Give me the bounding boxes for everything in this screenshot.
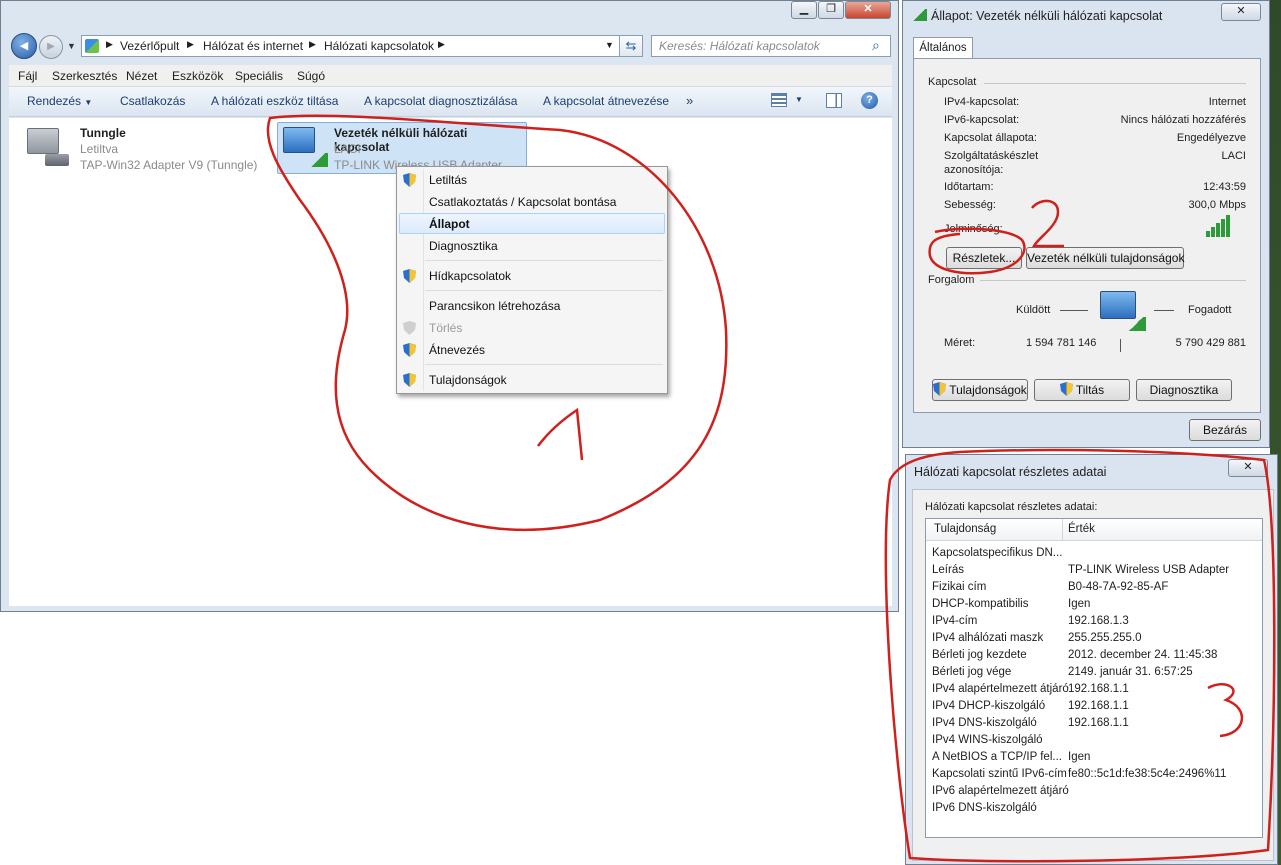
annotation-loop-3 — [884, 448, 1276, 863]
annotation-overlay — [266, 114, 1276, 863]
annotation-number-2 — [1031, 199, 1064, 248]
annotation-loop-1 — [266, 114, 728, 531]
annotation-loop-2 — [928, 227, 1026, 275]
annotation-number-1 — [537, 407, 584, 461]
annotation-number-3 — [1207, 683, 1244, 738]
